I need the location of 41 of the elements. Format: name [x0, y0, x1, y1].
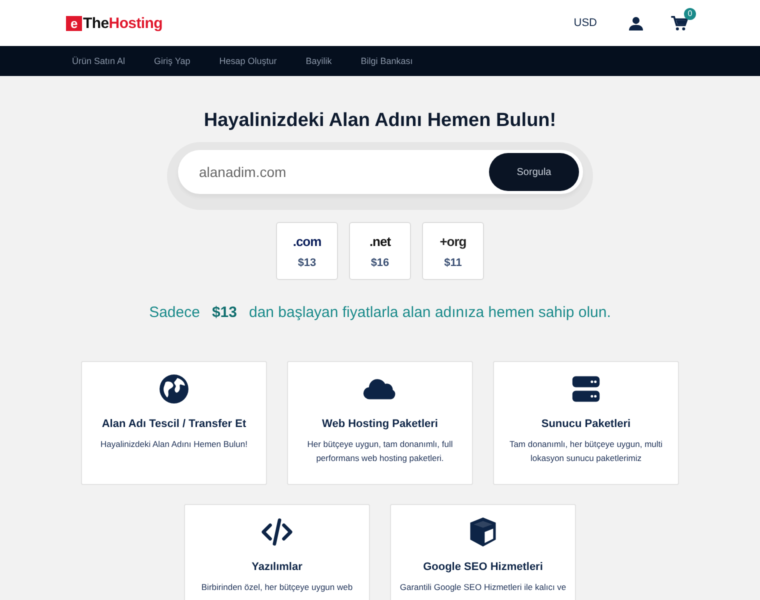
tld-logo: .net [369, 234, 391, 248]
tagline-text: dan başlayan fiyatlarla alan adınıza hemen sahip olun. [248, 304, 611, 321]
service-title: Google SEO Hizmetleri [423, 561, 543, 573]
hero-title: Hayalinizdeki Alan Adını Hemen Bulun! [204, 110, 556, 132]
nav-link[interactable]: Giriş Yap [154, 56, 190, 66]
tagline-text: Sadece [149, 304, 200, 321]
domain-search-field[interactable]: alanadim.com Sorgula [178, 150, 583, 194]
service-title: Web Hosting Paketleri [322, 418, 438, 430]
cart-icon[interactable] [671, 16, 688, 30]
currency-selector[interactable]: USD [574, 17, 597, 29]
service-card[interactable]: Google SEO Hizmetleri Garantili Google SEO Hizmetleri ile kalıcı ve [390, 504, 576, 600]
tld-price-card[interactable]: .net $16 [349, 222, 411, 280]
service-description: Birbirinden özel, her bütçeye uygun web [201, 581, 353, 594]
service-card[interactable]: Sunucu Paketleri Tam donanımlı, her bütçeye uygun, multi lokasyon sunucu paketlerimiz [493, 361, 679, 485]
tld-logo: .com [292, 234, 322, 248]
logo[interactable]: e TheHosting [66, 14, 163, 32]
tld-price-card[interactable]: .com $13 [276, 222, 338, 280]
service-card[interactable]: Alan Adı Tescil / Transfer Et Hayalinizdeki Alan Adını Hemen Bulun! [81, 361, 267, 485]
service-title: Sunucu Paketleri [541, 418, 631, 430]
service-description: Garantili Google SEO Hizmetleri ile kalıcı ve [400, 581, 566, 594]
cart-count-badge: 0 [684, 8, 696, 20]
service-description: Hayalinizdeki Alan Adını Hemen Bulun! [100, 438, 248, 451]
tld-price: $11 [444, 256, 462, 268]
service-description: Tam donanımlı, her bütçeye uygun, multi lokasyon sunucu paketlerimiz [508, 438, 664, 465]
tld-price: $16 [370, 256, 390, 268]
tagline-price: $13 [212, 304, 237, 321]
search-button[interactable]: Sorgula [489, 153, 579, 191]
service-title: Alan Adı Tescil / Transfer Et [102, 418, 246, 430]
tld-price: $13 [298, 256, 316, 268]
user-icon[interactable] [629, 16, 643, 30]
service-card[interactable]: Web Hosting Paketleri Her bütçeye uygun, tam donanımlı, full performans web hosting paketleri. [287, 361, 473, 485]
service-card[interactable]: Yazılımlar Birbirinden özel, her bütçeye uygun web [184, 504, 370, 600]
tld-price-card[interactable]: +org $11 [422, 222, 484, 280]
nav-link[interactable]: Bilgi Bankası [360, 56, 413, 66]
globe-icon [157, 372, 191, 406]
nav-link[interactable]: Hesap Oluştur [219, 56, 277, 66]
service-description: Her bütçeye uygun, tam donanımlı, full performans web hosting paketleri. [306, 438, 454, 465]
service-title: Yazılımlar [252, 561, 302, 573]
nav-link[interactable]: Bayilik [306, 56, 332, 66]
tld-logo: +org [440, 234, 466, 248]
nav-link[interactable]: Ürün Satın Al [72, 56, 126, 66]
